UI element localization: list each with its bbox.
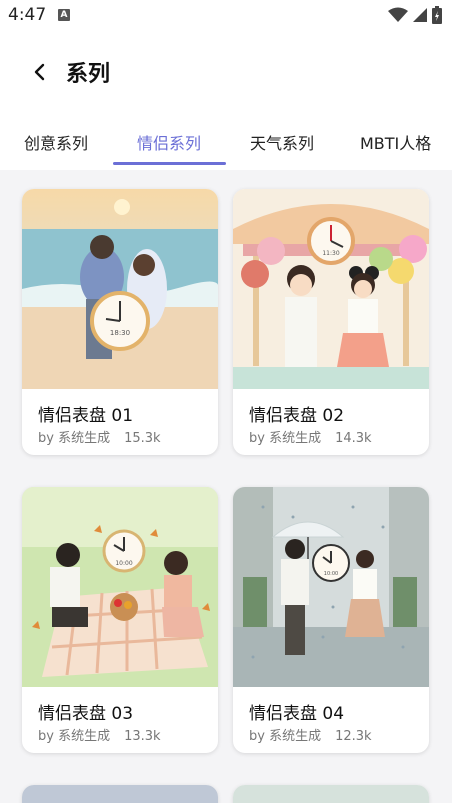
- card-meta: by 系统生成 12.3k: [249, 725, 386, 744]
- tab-mbti[interactable]: MBTI人格: [360, 130, 431, 154]
- clock-text: 18:30: [110, 329, 130, 337]
- watchface-card-partial[interactable]: [22, 785, 218, 803]
- category-tabs: 创意系列 情侣系列 天气系列 MBTI人格: [0, 112, 452, 170]
- card-count: 15.3k: [124, 431, 161, 446]
- card-title: 情侣表盘 03: [38, 704, 134, 724]
- tab-couple[interactable]: 情侣系列: [137, 130, 201, 154]
- watchface-preview-image: 11:30: [233, 189, 429, 389]
- card-author: by 系统生成: [38, 431, 111, 446]
- card-count: 13.3k: [124, 729, 161, 744]
- app-header: 系列: [0, 32, 452, 112]
- watchface-card[interactable]: 10:00 情侣表盘 04 by 系统生成 12.3k: [233, 487, 429, 753]
- card-title: 情侣表盘 04: [249, 704, 345, 724]
- clock-text: 11:30: [322, 250, 339, 257]
- chevron-left-icon: [34, 63, 45, 81]
- watchface-preview-image: 10:00: [22, 487, 218, 687]
- tab-creative[interactable]: 创意系列: [24, 130, 88, 154]
- watchface-preview-image: [233, 785, 429, 803]
- clock-text: 10:00: [115, 560, 132, 567]
- card-author: by 系统生成: [38, 729, 111, 744]
- watchface-card[interactable]: 11:30 情侣表盘 02 by 系统生成 14.3k: [233, 189, 429, 455]
- clock-text: 10:00: [324, 571, 338, 577]
- card-count: 12.3k: [335, 729, 372, 744]
- watchface-card[interactable]: 18:30 情侣表盘 01 by 系统生成 15.3k: [22, 189, 218, 455]
- card-title: 情侣表盘 01: [38, 406, 134, 426]
- watchface-grid: 18:30 情侣表盘 01 by 系统生成 15.3k 11:30 情侣表盘 0…: [0, 170, 452, 803]
- status-icons: [388, 6, 442, 24]
- watchface-preview-image: [22, 785, 218, 803]
- page-title: 系列: [66, 62, 111, 87]
- watchface-card[interactable]: 10:00 情侣表盘 03 by 系统生成 13.3k: [22, 487, 218, 753]
- card-title: 情侣表盘 02: [249, 406, 345, 426]
- card-meta: by 系统生成 14.3k: [249, 427, 386, 446]
- active-tab-indicator: [113, 162, 226, 165]
- signal-icon: [413, 8, 427, 22]
- tab-weather[interactable]: 天气系列: [250, 130, 314, 154]
- watchface-preview-image: 10:00: [233, 487, 429, 687]
- card-count: 14.3k: [335, 431, 372, 446]
- notification-icon: A: [58, 9, 70, 21]
- status-time: 4:47: [8, 5, 47, 25]
- battery-icon: [432, 6, 442, 24]
- card-meta: by 系统生成 13.3k: [38, 725, 175, 744]
- card-meta: by 系统生成 15.3k: [38, 427, 175, 446]
- watchface-card-partial[interactable]: [233, 785, 429, 803]
- status-bar: 4:47 A: [0, 0, 452, 32]
- wifi-icon: [388, 7, 408, 22]
- watchface-preview-image: 18:30: [22, 189, 218, 389]
- back-button[interactable]: [26, 58, 54, 86]
- card-author: by 系统生成: [249, 431, 322, 446]
- card-author: by 系统生成: [249, 729, 322, 744]
